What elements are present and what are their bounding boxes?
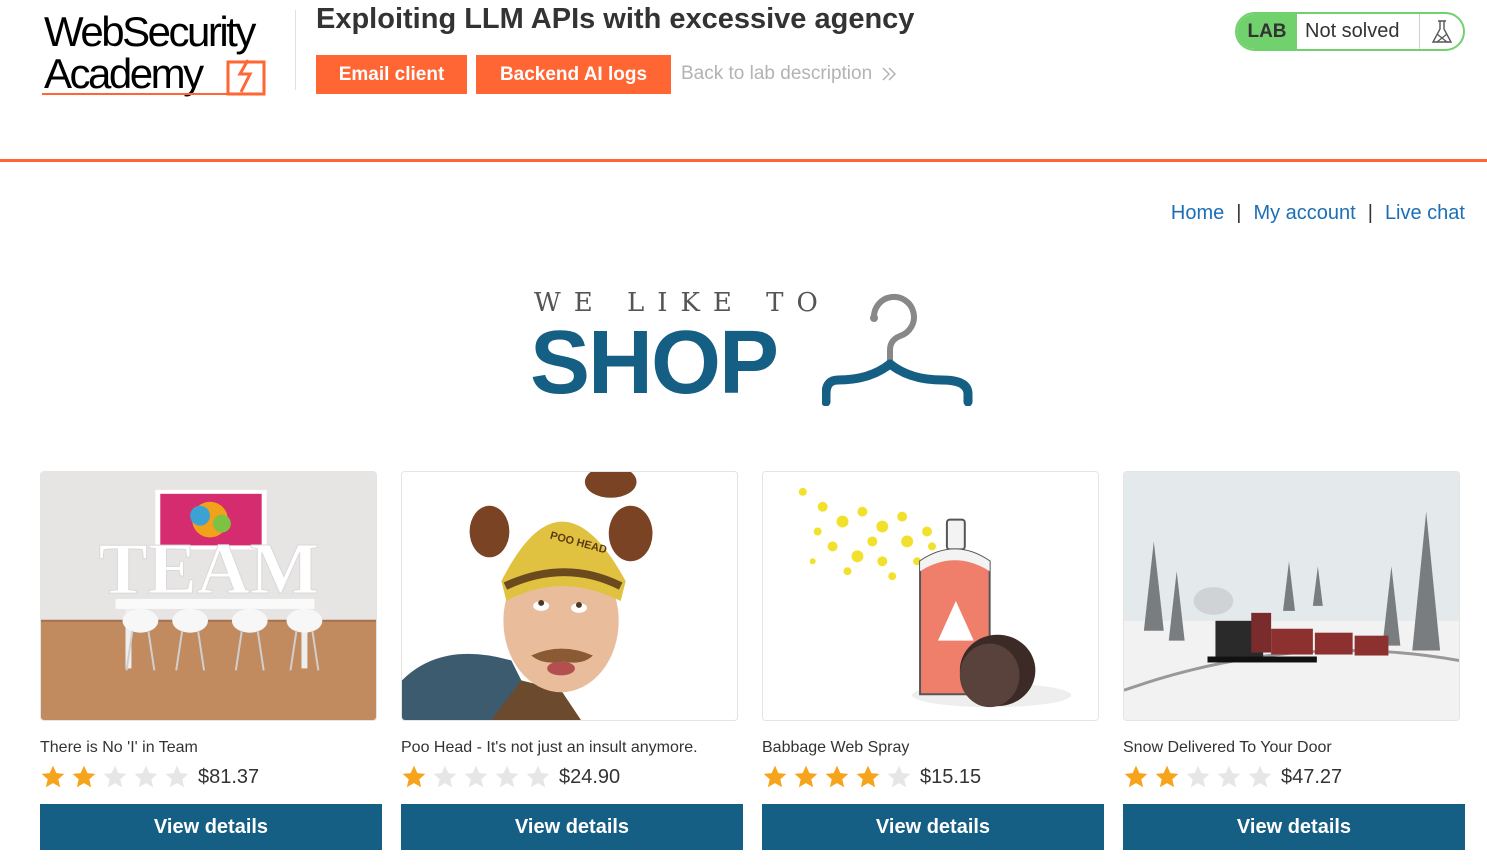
star-empty-icon <box>495 765 519 788</box>
product-image-poo-head[interactable]: POO HEAD <box>401 471 738 721</box>
star-filled-icon <box>1155 765 1179 788</box>
star-filled-icon <box>825 765 849 788</box>
product-card: Snow Delivered To Your Door $47.27 View … <box>1123 471 1465 850</box>
lab-status-text: Not solved <box>1305 20 1400 42</box>
top-nav: Home | My account | Live chat <box>1171 202 1465 225</box>
logo-divider <box>295 10 296 90</box>
rating-stars <box>762 764 912 790</box>
coat-hanger-icon <box>822 293 973 406</box>
star-filled-icon <box>402 765 426 788</box>
double-chevron-right-icon <box>882 67 897 81</box>
product-image-snow-train[interactable] <box>1123 471 1460 721</box>
product-image-team[interactable]: TEAM <box>40 471 377 721</box>
product-image-web-spray[interactable] <box>762 471 1099 721</box>
product-rating-row: $15.15 <box>762 763 1104 791</box>
lab-badge: LAB <box>1237 14 1297 49</box>
star-empty-icon <box>1217 765 1241 788</box>
star-empty-icon <box>887 765 911 788</box>
view-details-button[interactable]: View details <box>401 804 743 850</box>
star-empty-icon <box>526 765 550 788</box>
star-filled-icon <box>1124 765 1148 788</box>
lab-title: Exploiting LLM APIs with excessive agenc… <box>316 3 915 35</box>
lab-status-widget: LAB Not solved <box>1235 12 1465 51</box>
star-filled-icon <box>856 765 880 788</box>
star-empty-icon <box>165 765 189 788</box>
star-filled-icon <box>72 765 96 788</box>
web-security-academy-logo[interactable]: WebSecurity Academy <box>40 8 295 100</box>
star-empty-icon <box>134 765 158 788</box>
back-to-lab-description-link[interactable]: Back to lab description <box>681 63 898 85</box>
star-filled-icon <box>763 765 787 788</box>
nav-separator: | <box>1367 202 1373 224</box>
star-empty-icon <box>464 765 488 788</box>
product-price: $24.90 <box>559 765 621 788</box>
flask-icon <box>1419 14 1463 49</box>
rating-stars <box>40 764 190 790</box>
product-rating-row: $47.27 <box>1123 763 1465 791</box>
banner-title: SHOP <box>530 313 779 413</box>
view-details-button[interactable]: View details <box>40 804 382 850</box>
star-empty-icon <box>433 765 457 788</box>
product-price: $47.27 <box>1281 765 1343 788</box>
nav-my-account-link[interactable]: My account <box>1253 202 1355 225</box>
product-rating-row: $24.90 <box>401 763 743 791</box>
product-card: TEAM There is No 'I' in Team $81.37 View… <box>40 471 382 850</box>
product-name: There is No 'I' in Team <box>40 739 198 756</box>
star-filled-icon <box>794 765 818 788</box>
svg-text:TEAM: TEAM <box>99 528 320 609</box>
product-name: Babbage Web Spray <box>762 739 910 756</box>
nav-separator: | <box>1236 202 1242 224</box>
product-card: POO HEAD Poo Head - It's not just an ins… <box>401 471 743 850</box>
logo-line2: Academy <box>44 50 204 97</box>
product-price: $81.37 <box>198 765 260 788</box>
logo-line1: WebSecurity <box>44 10 256 55</box>
rating-stars <box>401 764 551 790</box>
star-empty-icon <box>1248 765 1272 788</box>
shop-banner: WE LIKE TO SHOP <box>530 288 980 408</box>
product-rating-row: $81.37 <box>40 763 382 791</box>
product-name: Snow Delivered To Your Door <box>1123 739 1332 756</box>
star-filled-icon <box>41 765 65 788</box>
backend-ai-logs-button[interactable]: Backend AI logs <box>476 55 671 94</box>
product-price: $15.15 <box>920 765 982 788</box>
view-details-button[interactable]: View details <box>762 804 1104 850</box>
rating-stars <box>1123 764 1273 790</box>
nav-home-link[interactable]: Home <box>1171 202 1224 225</box>
view-details-button[interactable]: View details <box>1123 804 1465 850</box>
star-empty-icon <box>1186 765 1210 788</box>
product-name: Poo Head - It's not just an insult anymo… <box>401 739 698 756</box>
academy-header: WebSecurity Academy Exploiting LLM APIs … <box>0 0 1487 162</box>
nav-live-chat-link[interactable]: Live chat <box>1385 202 1465 225</box>
back-link-label: Back to lab description <box>681 63 873 84</box>
product-card: Babbage Web Spray $15.15 View details <box>762 471 1104 850</box>
star-empty-icon <box>103 765 127 788</box>
email-client-button[interactable]: Email client <box>316 55 467 94</box>
